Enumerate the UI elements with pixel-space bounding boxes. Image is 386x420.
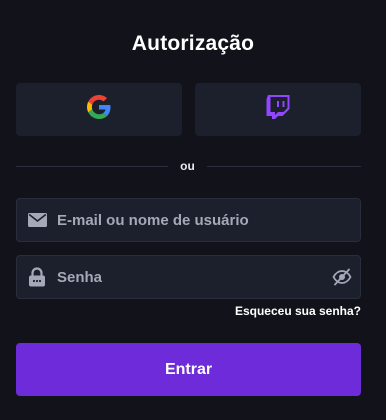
twitch-login-button[interactable]	[195, 83, 361, 136]
eye-slash-icon[interactable]	[324, 268, 360, 286]
password-field[interactable]	[16, 255, 361, 299]
envelope-icon	[17, 213, 57, 227]
lock-icon	[17, 267, 57, 287]
login-submit-button[interactable]: Entrar	[16, 343, 361, 396]
twitch-icon	[266, 94, 290, 125]
google-icon	[87, 95, 111, 124]
password-input[interactable]	[57, 256, 324, 298]
email-field[interactable]	[16, 198, 361, 242]
divider-line-left	[16, 166, 168, 167]
divider-line-right	[207, 166, 361, 167]
divider-label: ou	[180, 159, 195, 173]
email-input[interactable]	[57, 199, 360, 241]
forgot-password-link[interactable]: Esqueceu sua senha?	[235, 304, 361, 318]
page-title: Autorização	[131, 32, 255, 55]
google-login-button[interactable]	[16, 83, 182, 136]
login-page: Autorização ou E-mail ou nome de usuário…	[0, 0, 386, 420]
